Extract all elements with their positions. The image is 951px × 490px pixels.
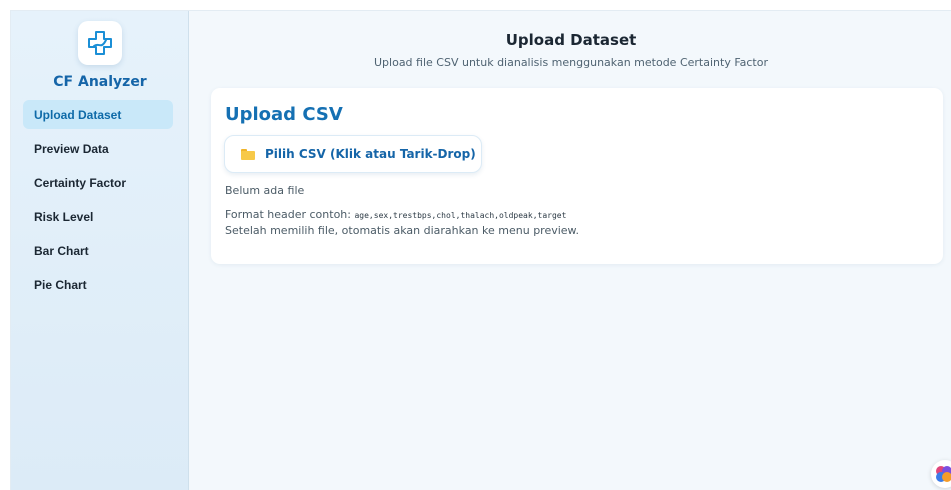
choose-csv-button[interactable]: Pilih CSV (Klik atau Tarik-Drop) — [224, 135, 482, 173]
app-name: CF Analyzer — [53, 74, 147, 90]
file-status: Belum ada file — [225, 184, 305, 197]
sidebar-item-pie-chart[interactable]: Pie Chart — [23, 270, 173, 299]
format-prefix: Format header contoh: — [225, 208, 355, 221]
choose-csv-label: Pilih CSV (Klik atau Tarik-Drop) — [265, 147, 476, 161]
assistant-widget-button[interactable] — [931, 460, 951, 488]
sidebar-item-preview-data[interactable]: Preview Data — [23, 134, 173, 163]
sidebar-item-certainty-factor[interactable]: Certainty Factor — [23, 168, 173, 197]
medical-cross-icon — [88, 31, 112, 55]
brand: CF Analyzer — [11, 21, 189, 90]
format-example: age,sex,trestbps,chol,thalach,oldpeak,ta… — [354, 211, 567, 220]
sidebar: CF Analyzer Upload Dataset Preview Data … — [11, 11, 189, 490]
assistant-icon — [936, 466, 951, 482]
folder-icon — [241, 148, 255, 160]
card-title: Upload CSV — [225, 104, 343, 125]
app-window: CF Analyzer Upload Dataset Preview Data … — [10, 10, 951, 490]
sidebar-nav: Upload Dataset Preview Data Certainty Fa… — [23, 100, 173, 304]
sidebar-item-risk-level[interactable]: Risk Level — [23, 202, 173, 231]
redirect-hint: Setelah memilih file, otomatis akan diar… — [225, 224, 580, 237]
sidebar-item-bar-chart[interactable]: Bar Chart — [23, 236, 173, 265]
page-title: Upload Dataset — [505, 31, 637, 49]
upload-card: Upload CSV Pilih CSV (Klik atau Tarik-Dr… — [211, 88, 943, 264]
main-content: Upload Dataset Upload file CSV untuk dia… — [190, 11, 951, 490]
format-hint: Format header contoh: age,sex,trestbps,c… — [225, 208, 566, 221]
page-subtitle: Upload file CSV untuk dianalisis menggun… — [374, 56, 768, 69]
logo — [78, 21, 122, 65]
sidebar-item-upload-dataset[interactable]: Upload Dataset — [23, 100, 173, 129]
page-header: Upload Dataset Upload file CSV untuk dia… — [190, 31, 951, 69]
